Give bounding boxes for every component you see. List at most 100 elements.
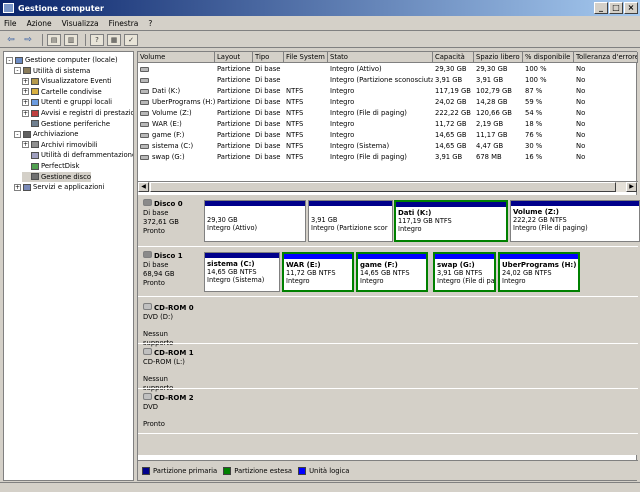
check-icon[interactable]: ✓ bbox=[124, 33, 138, 46]
close-button[interactable]: × bbox=[624, 2, 638, 14]
column-header[interactable]: Tolleranza d'errore bbox=[574, 52, 638, 63]
table-row[interactable]: Volume (Z:) Partizione Di base NTFS Integro … bbox=[138, 108, 638, 119]
tree-item[interactable]: - Gestione computer (locale) bbox=[6, 55, 118, 65]
partition-block[interactable]: UberPrograms (H:) 24,02 GB NTFS Integro bbox=[498, 252, 580, 292]
table-cell: Di base bbox=[253, 64, 284, 75]
menu-help[interactable]: ? bbox=[148, 19, 152, 28]
tree-item[interactable]: + Visualizzatore Eventi bbox=[22, 76, 112, 86]
table-row[interactable]: Partizione Di base Integro (Attivo) 29,30 G… bbox=[138, 64, 638, 75]
row-divider bbox=[138, 343, 638, 344]
tree-expander-icon[interactable]: - bbox=[14, 130, 21, 138]
menu-visualizza[interactable]: Visualizza bbox=[62, 19, 99, 28]
up-folder-icon[interactable]: ▤ bbox=[47, 33, 61, 46]
partition-block[interactable]: 29,30 GB Integro (Attivo) bbox=[204, 200, 306, 242]
table-cell: Integro bbox=[328, 97, 433, 108]
tree-expander-icon[interactable]: + bbox=[22, 109, 29, 117]
tree-item-label: Avvisi e registri di prestazion bbox=[41, 109, 134, 117]
table-cell: Di base bbox=[253, 97, 284, 108]
partition-block[interactable]: Dati (K:) 117,19 GB NTFS Integro bbox=[394, 200, 508, 242]
tree-item[interactable]: Utilità di deframmentazione c bbox=[22, 150, 133, 160]
table-cell: 24,02 GB bbox=[433, 97, 474, 108]
tree-expander-icon[interactable]: + bbox=[22, 98, 29, 106]
tree-item[interactable]: + Avvisi e registri di prestazion bbox=[22, 108, 134, 118]
menu-file[interactable]: File bbox=[4, 19, 17, 28]
menu-azione[interactable]: Azione bbox=[27, 19, 52, 28]
table-row[interactable]: swap (G:) Partizione Di base NTFS Integro (F… bbox=[138, 152, 638, 163]
tree-expander-icon[interactable]: - bbox=[14, 67, 21, 75]
forward-arrow-icon[interactable]: ⇨ bbox=[21, 34, 35, 46]
tree-item[interactable]: + Cartelle condivise bbox=[22, 87, 102, 97]
legend-swatch bbox=[298, 466, 307, 475]
tree-expander-icon[interactable]: + bbox=[22, 88, 29, 96]
scroll-right-icon[interactable]: ▶ bbox=[626, 182, 637, 192]
show-tree-icon[interactable]: ▥ bbox=[64, 33, 78, 46]
partition-block[interactable]: 3,91 GB Integro (Partizione scor bbox=[308, 200, 393, 242]
disk-label[interactable]: Disco 0 Di base 372,61 GB Pronto bbox=[140, 197, 202, 238]
column-header[interactable]: Spazio libero bbox=[474, 52, 523, 63]
table-cell: Partizione bbox=[215, 152, 253, 163]
table-cell: 54 % bbox=[523, 108, 574, 119]
table-cell: NTFS bbox=[284, 108, 328, 119]
column-header[interactable]: Layout bbox=[215, 52, 253, 63]
maximize-button[interactable]: □ bbox=[609, 2, 623, 14]
menu-finestra[interactable]: Finestra bbox=[109, 19, 139, 28]
column-header[interactable]: % disponibile bbox=[523, 52, 574, 63]
column-header[interactable]: Tipo bbox=[253, 52, 284, 63]
minimize-button[interactable]: _ bbox=[594, 2, 608, 14]
tree-expander-icon[interactable]: + bbox=[22, 141, 29, 149]
scroll-left-icon[interactable]: ◀ bbox=[138, 182, 149, 192]
tree-node-icon bbox=[23, 130, 31, 138]
column-header[interactable]: Capacità bbox=[433, 52, 474, 63]
disk-label[interactable]: Disco 1 Di base 68,94 GB Pronto bbox=[140, 249, 202, 290]
cdrom-name: CD-ROM 1 bbox=[154, 349, 194, 357]
partition-size: 29,30 GB bbox=[207, 216, 238, 224]
tree-item[interactable]: + Archivi rimovibili bbox=[22, 140, 98, 150]
table-cell: swap (G:) bbox=[138, 152, 215, 163]
table-row[interactable]: UberPrograms (H:) Partizione Di base NTFS In… bbox=[138, 97, 638, 108]
partition-block[interactable]: sistema (C:) 14,65 GB NTFS Integro (Sistem… bbox=[204, 252, 280, 292]
partition-block[interactable]: game (F:) 14,65 GB NTFS Integro bbox=[356, 252, 428, 292]
cell-text: No bbox=[576, 131, 586, 139]
tree-expander-icon[interactable]: + bbox=[14, 183, 21, 191]
cell-text: No bbox=[576, 87, 586, 95]
table-row[interactable]: Partizione Di base Integro (Partizione sco… bbox=[138, 75, 638, 86]
table-cell: Volume (Z:) bbox=[138, 108, 215, 119]
table-cell: Integro (Sistema) bbox=[328, 141, 433, 152]
column-header[interactable]: File System bbox=[284, 52, 328, 63]
table-cell: Partizione bbox=[215, 108, 253, 119]
table-cell: 678 MB bbox=[474, 152, 523, 163]
column-header[interactable]: Volume bbox=[138, 52, 215, 63]
tree-expander-icon[interactable]: - bbox=[6, 56, 13, 64]
disk-management-pane: Volume Layout Tipo File System Stato Capacità… bbox=[137, 51, 640, 481]
tree-item-label: Gestione disco bbox=[41, 172, 91, 181]
tree-item[interactable]: - Utilità di sistema bbox=[14, 66, 90, 76]
column-header[interactable]: Stato bbox=[328, 52, 433, 63]
toolbar: ⇦ ⇨ ▤ ▥ ? ▦ ✓ bbox=[0, 32, 640, 48]
tree-item[interactable]: + Servizi e applicazioni bbox=[14, 182, 104, 192]
table-cell: 117,19 GB bbox=[433, 86, 474, 97]
table-row[interactable]: Dati (K:) Partizione Di base NTFS Integro 117… bbox=[138, 86, 638, 97]
horizontal-scrollbar[interactable]: ◀ ▶ bbox=[138, 181, 638, 192]
scrollbar-thumb[interactable] bbox=[150, 182, 616, 192]
tree-item-label: Archiviazione bbox=[33, 130, 79, 139]
partition-block[interactable]: WAR (E:) 11,72 GB NTFS Integro bbox=[282, 252, 354, 292]
table-cell: 14,65 GB bbox=[433, 141, 474, 152]
properties-icon[interactable]: ▦ bbox=[107, 33, 121, 46]
tree-item[interactable]: Gestione disco bbox=[22, 171, 91, 182]
tree-item[interactable]: - Archiviazione bbox=[14, 129, 78, 139]
help-icon[interactable]: ? bbox=[90, 33, 104, 46]
table-row[interactable]: game (F:) Partizione Di base NTFS Integro 14,… bbox=[138, 130, 638, 141]
tree-item[interactable]: PerfectDisk bbox=[22, 161, 79, 171]
partition-block[interactable]: Volume (Z:) 222,22 GB NTFS Integro (File d… bbox=[510, 200, 640, 242]
cdrom-icon bbox=[143, 303, 152, 310]
table-cell: No bbox=[574, 64, 638, 75]
cell-text: Integro bbox=[330, 87, 355, 95]
tree-expander-icon[interactable]: + bbox=[22, 77, 29, 85]
cdrom-label[interactable]: CD-ROM 2 DVD Pronto bbox=[140, 391, 202, 431]
tree-item[interactable]: + Utenti e gruppi locali bbox=[22, 97, 112, 107]
table-row[interactable]: sistema (C:) Partizione Di base NTFS Integro… bbox=[138, 141, 638, 152]
table-row[interactable]: WAR (E:) Partizione Di base NTFS Integro 11,7… bbox=[138, 119, 638, 130]
tree-item[interactable]: Gestione periferiche bbox=[22, 119, 110, 129]
partition-block[interactable]: swap (G:) 3,91 GB NTFS Integro (File di pa bbox=[433, 252, 496, 292]
back-arrow-icon[interactable]: ⇦ bbox=[4, 34, 18, 46]
